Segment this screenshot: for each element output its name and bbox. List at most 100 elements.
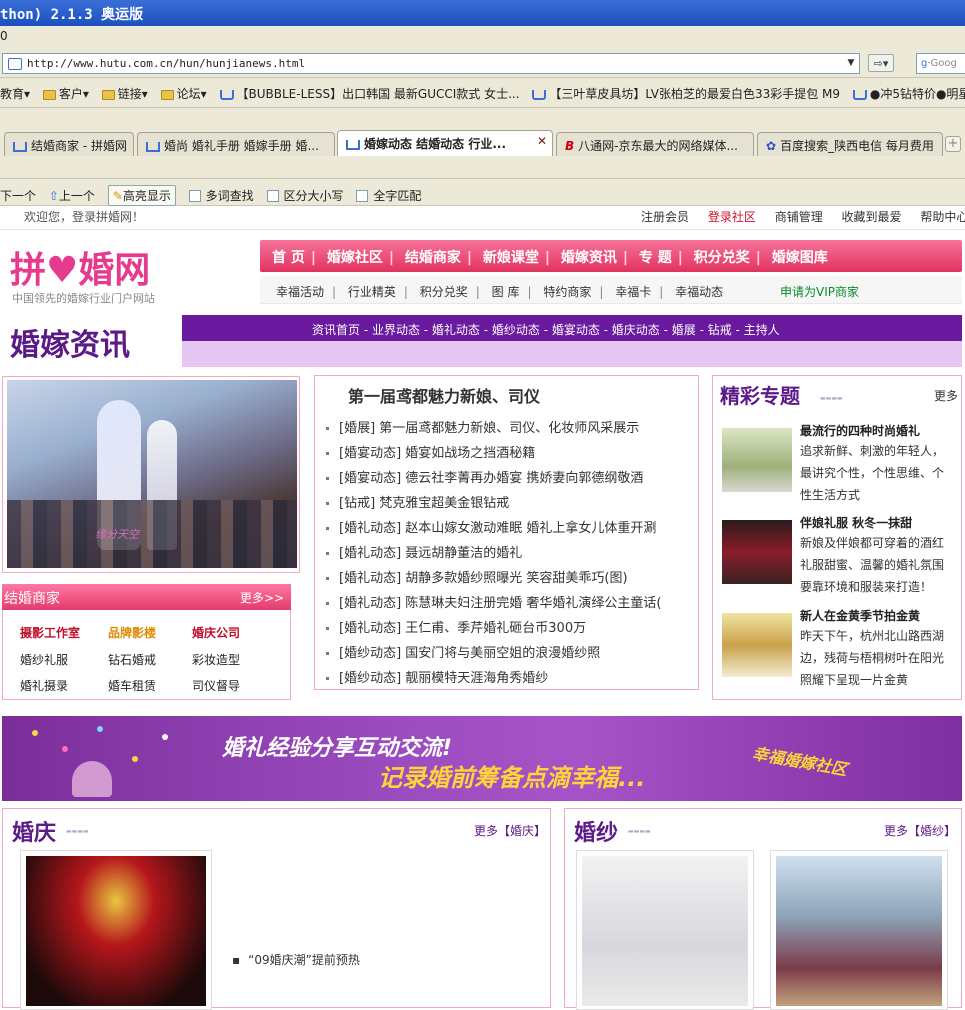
find-prev-button[interactable]: ⇧上一个 <box>49 187 95 204</box>
favorite-item[interactable]: 教育▾ <box>0 85 30 102</box>
merchant-cat[interactable]: 婚庆公司 <box>192 624 240 641</box>
news-item[interactable]: [婚礼动态] 聂远胡静董洁的婚礼 <box>326 542 696 561</box>
bullet-icon <box>326 652 329 655</box>
subnav-item[interactable]: 积分兑奖 <box>420 285 468 299</box>
case-checkbox[interactable]: 区分大小写 <box>266 187 344 204</box>
nav-merchants[interactable]: 结婚商家 <box>405 250 461 266</box>
register-link[interactable]: 注册会员 <box>641 210 689 224</box>
news-item[interactable]: [婚礼动态] 胡静多款婚纱照曝光 笑容甜美乖巧(图) <box>326 567 696 586</box>
tab-5[interactable]: ✿ 百度搜索_陕西电信 每月费用 <box>757 132 943 156</box>
merchant-link[interactable]: 婚车租赁 <box>108 677 156 694</box>
hunqing-news-item[interactable]: ▪ “09婚庆潮”提前预热 <box>232 951 360 968</box>
firework-icon <box>162 734 168 740</box>
topic-title[interactable]: 最流行的四种时尚婚礼 <box>800 422 920 439</box>
tab-2[interactable]: 婚尚 婚礼手册 婚嫁手册 婚... <box>137 132 335 156</box>
news-item[interactable]: [婚宴动态] 婚宴如战场之挡酒秘籍 <box>326 442 696 461</box>
whole-word-checkbox[interactable]: 全字匹配 <box>356 187 421 204</box>
news-category-nav[interactable]: 资讯首页 - 业界动态 - 婚礼动态 - 婚纱动态 - 婚宴动态 - 婚庆动态 … <box>182 315 962 341</box>
tab-label: 百度搜索_陕西电信 每月费用 <box>780 139 934 153</box>
dancing-couple-figure <box>72 761 112 797</box>
tab-3-active[interactable]: 婚嫁动态 结婚动态 行业... ✕ <box>337 130 553 156</box>
folder-icon <box>160 89 174 100</box>
highlight-button[interactable]: ✎高亮显示 <box>107 185 176 206</box>
topic-thumb[interactable] <box>722 613 792 677</box>
hunqing-more-link[interactable]: 更多【婚庆】 <box>474 822 546 839</box>
bullet-icon: ▪ <box>232 953 241 967</box>
news-text: [婚礼动态] 陈慧琳夫妇注册完婚 奢华婚礼演绎公主童话( <box>339 596 662 611</box>
news-text: [婚展] 第一届鸢都魅力新娘、司仪、化妆师风采展示 <box>339 421 640 436</box>
new-tab-button[interactable]: + <box>945 136 961 152</box>
address-text: http://www.hutu.com.cn/hun/hunjianews.ht… <box>27 57 306 70</box>
subnav-item[interactable]: 图 库 <box>492 285 520 299</box>
hunqing-photo[interactable] <box>26 856 206 1006</box>
favorite-link[interactable]: 【三叶草皮具坊】LV张柏芝的最爱白色33彩手提包 M9 <box>532 85 840 102</box>
featured-photo[interactable]: 缘分天空 <box>7 380 297 568</box>
news-item[interactable]: [婚礼动态] 陈慧琳夫妇注册完婚 奢华婚礼演绎公主童话( <box>326 592 696 611</box>
checkbox-icon <box>188 190 201 202</box>
favorite-folder[interactable]: 链接▾ <box>101 85 148 102</box>
news-item[interactable]: [钻戒] 梵克雅宝超美金银钻戒 <box>326 492 696 511</box>
site-logo[interactable]: 拼♥婚网 <box>10 242 180 294</box>
favorite-link[interactable]: 【BUBBLE-LESS】出口韩国 最新GUCCI款式 女士... <box>219 85 520 102</box>
news-item[interactable]: [婚展] 第一届鸢都魅力新娘、司仪、化妆师风采展示 <box>326 417 696 436</box>
go-button[interactable]: ⇨▾ <box>868 54 894 72</box>
headline-link[interactable]: 第一届鸢都魅力新娘、司仪 <box>348 383 540 407</box>
topic-thumb[interactable] <box>722 428 792 492</box>
favorite-folder[interactable]: 论坛▾ <box>160 85 207 102</box>
news-item[interactable]: [婚纱动态] 国安门将与美丽空姐的浪漫婚纱照 <box>326 642 696 661</box>
nav-home[interactable]: 首 页 <box>272 250 305 266</box>
subnav-item[interactable]: 幸福动态 <box>675 285 723 299</box>
news-item[interactable]: [婚礼动态] 王仁甫、季芹婚礼砸台币300万 <box>326 617 696 636</box>
news-item[interactable]: [婚纱动态] 靓丽模特天涯海角秀婚纱 <box>326 667 696 686</box>
news-text: [婚礼动态] 王仁甫、季芹婚礼砸台币300万 <box>339 621 587 636</box>
bookmark-link[interactable]: 收藏到最爱 <box>842 210 902 224</box>
find-next-button[interactable]: 下一个 <box>0 187 36 204</box>
nav-topics[interactable]: 专 题 <box>639 250 672 266</box>
search-placeholder: Goog <box>930 58 957 69</box>
hunsha-more-link[interactable]: 更多【婚纱】 <box>884 822 956 839</box>
tab-1[interactable]: 结婚商家 - 拼婚网 <box>4 132 134 156</box>
merchant-cat[interactable]: 摄影工作室 <box>20 624 80 641</box>
favorite-folder[interactable]: 客户▾ <box>42 85 89 102</box>
news-item[interactable]: [婚礼动态] 赵本山嫁女激动难眠 婚礼上拿女儿体重开涮 <box>326 517 696 536</box>
merchant-link[interactable]: 司仪督导 <box>192 677 240 694</box>
menu-fragment[interactable]: 0 <box>0 29 8 43</box>
hunsha-photo-1[interactable] <box>582 856 748 1006</box>
multi-word-checkbox[interactable]: 多词查找 <box>188 187 254 204</box>
help-link[interactable]: 帮助中心 <box>920 210 965 224</box>
merchant-link[interactable]: 钻石婚戒 <box>108 651 156 668</box>
bullet-icon <box>326 477 329 480</box>
nav-bride-class[interactable]: 新娘课堂 <box>483 250 539 266</box>
favorite-label: 链接 <box>117 87 142 101</box>
merchant-link[interactable]: 彩妆造型 <box>192 651 240 668</box>
close-tab-icon[interactable]: ✕ <box>537 134 547 148</box>
search-box[interactable]: g·Goog <box>916 53 965 74</box>
merchant-more-link[interactable]: 更多>> <box>240 589 284 606</box>
nav-community[interactable]: 婚嫁社区 <box>327 250 383 266</box>
subnav-item[interactable]: 特约商家 <box>543 285 591 299</box>
favorite-link[interactable]: ●冲5钻特价●明星最爱 <box>852 85 965 102</box>
cart-icon <box>146 141 160 152</box>
subnav-item[interactable]: 幸福卡 <box>615 285 651 299</box>
subnav-item[interactable]: 幸福活动 <box>276 285 324 299</box>
topic-title[interactable]: 新人在金黄季节拍金黄 <box>800 607 920 624</box>
nav-points[interactable]: 积分兑奖 <box>694 250 750 266</box>
merchant-link[interactable]: 婚礼摄录 <box>20 677 68 694</box>
subnav-item[interactable]: 行业精英 <box>348 285 396 299</box>
shop-manage-link[interactable]: 商铺管理 <box>775 210 823 224</box>
nav-news[interactable]: 婚嫁资讯 <box>561 250 617 266</box>
hunsha-photo-2[interactable] <box>776 856 942 1006</box>
news-text: [婚宴动态] 德云社李菁再办婚宴 携娇妻向郭德纲敬酒 <box>339 471 644 486</box>
topics-more-link[interactable]: 更多 <box>934 387 958 404</box>
address-input[interactable]: http://www.hutu.com.cn/hun/hunjianews.ht… <box>2 53 860 74</box>
tab-4[interactable]: B 八通网-京东最大的网络媒体... <box>556 132 754 156</box>
topic-title[interactable]: 伴娘礼服 秋冬一抹甜 <box>800 514 912 531</box>
news-item[interactable]: [婚宴动态] 德云社李菁再办婚宴 携娇妻向郭德纲敬酒 <box>326 467 696 486</box>
nav-gallery[interactable]: 婚嫁图库 <box>772 250 828 266</box>
topic-thumb[interactable] <box>722 520 792 584</box>
address-dropdown-icon[interactable]: ▼ <box>844 54 858 72</box>
merchant-link[interactable]: 婚纱礼服 <box>20 651 68 668</box>
merchant-cat[interactable]: 品牌影楼 <box>108 624 156 641</box>
login-link[interactable]: 登录社区 <box>708 210 756 224</box>
vip-apply-link[interactable]: 申请为VIP商家 <box>780 283 859 300</box>
